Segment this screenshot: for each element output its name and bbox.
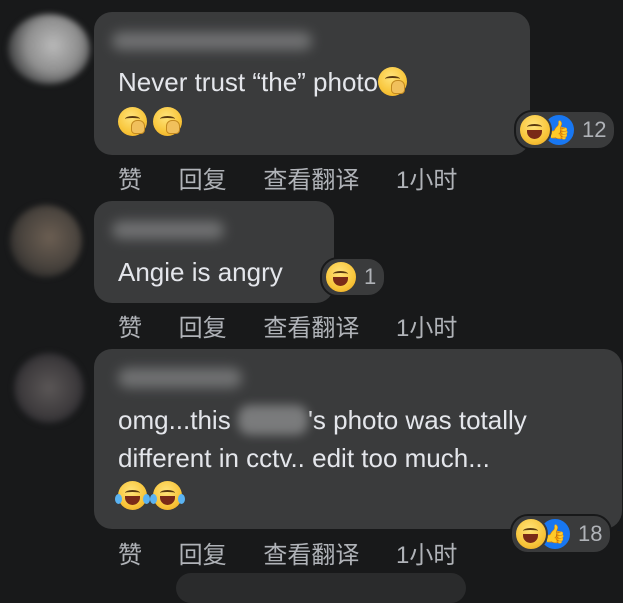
- emoji-row: [118, 107, 188, 136]
- commenter-name-redacted[interactable]: [118, 368, 242, 388]
- reaction-summary[interactable]: 👍 18: [510, 514, 613, 554]
- timestamp[interactable]: 1小时: [396, 542, 457, 569]
- emoji-row: [115, 481, 188, 510]
- hand-over-mouth-emoji-icon: [153, 107, 182, 136]
- reaction-count: 12: [582, 117, 607, 142]
- reaction-summary[interactable]: 1: [320, 257, 387, 297]
- reply-link[interactable]: 回复: [179, 167, 227, 194]
- laughing-reaction-icon: [514, 517, 548, 551]
- comment-text-content: Never trust “the” photo: [118, 67, 379, 97]
- commenter-name-redacted[interactable]: [112, 32, 312, 50]
- redacted-name: [237, 405, 308, 435]
- like-link[interactable]: 赞: [118, 315, 142, 342]
- reaction-count: 1: [364, 264, 377, 289]
- comment-text-line1: omg...this 's photo was totally: [118, 401, 527, 439]
- hand-over-mouth-emoji-icon: [378, 67, 408, 96]
- tears-of-joy-emoji-icon: [115, 481, 150, 510]
- avatar[interactable]: [14, 353, 84, 423]
- like-link[interactable]: 赞: [118, 542, 142, 569]
- reaction-summary[interactable]: 👍 12: [514, 110, 617, 150]
- commenter-name-redacted[interactable]: [112, 221, 224, 239]
- reaction-count: 18: [578, 521, 603, 546]
- next-comment-bubble: [176, 573, 466, 603]
- laughing-reaction-icon: [518, 113, 552, 147]
- comment-text: Never trust “the” photo: [118, 63, 408, 101]
- tears-of-joy-emoji-icon: [150, 481, 185, 510]
- see-translation-link[interactable]: 查看翻译: [263, 315, 359, 342]
- comment-text: Angie is angry: [118, 257, 283, 287]
- reply-link[interactable]: 回复: [179, 542, 227, 569]
- comment-actions: 赞 回复 查看翻译 1小时: [118, 308, 487, 343]
- comment-text-part: 's photo was totally: [307, 405, 527, 435]
- hand-over-mouth-emoji-icon: [118, 107, 147, 136]
- see-translation-link[interactable]: 查看翻译: [263, 542, 359, 569]
- timestamp[interactable]: 1小时: [396, 167, 457, 194]
- reply-link[interactable]: 回复: [179, 315, 227, 342]
- avatar[interactable]: [10, 205, 82, 277]
- laughing-reaction-icon: [324, 260, 358, 294]
- comment-text-line2: different in cctv.. edit too much...: [118, 443, 490, 473]
- comment-text-part: omg...this: [118, 405, 238, 435]
- see-translation-link[interactable]: 查看翻译: [263, 167, 359, 194]
- timestamp[interactable]: 1小时: [396, 315, 457, 342]
- comment-actions: 赞 回复 查看翻译 1小时: [118, 160, 487, 195]
- avatar[interactable]: [8, 14, 90, 84]
- comment-actions: 赞 回复 查看翻译 1小时: [118, 535, 487, 570]
- like-link[interactable]: 赞: [118, 167, 142, 194]
